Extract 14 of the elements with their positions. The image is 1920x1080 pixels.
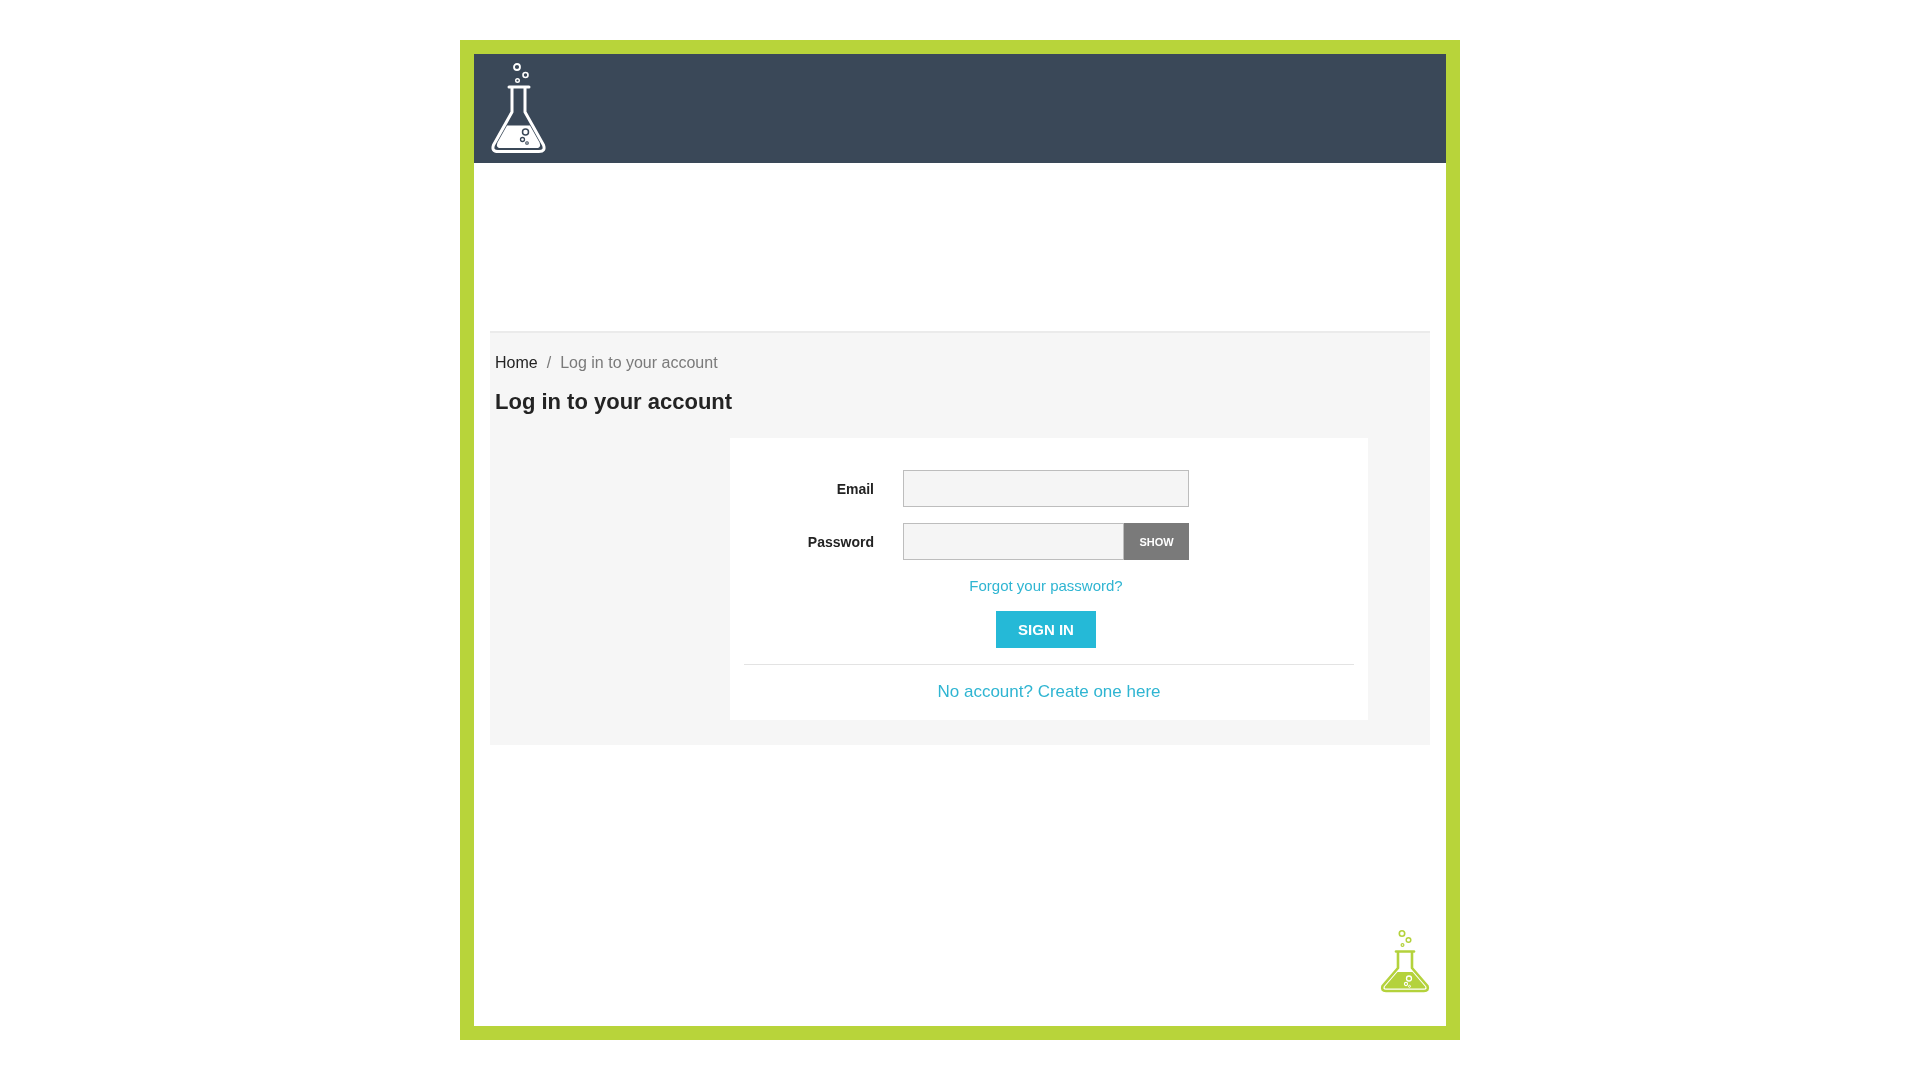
page-title: Log in to your account — [495, 388, 733, 416]
breadcrumb-link[interactable]: Home — [495, 351, 538, 375]
flask-icon — [1380, 929, 1430, 993]
show-password-button[interactable]: SHOW — [1124, 523, 1189, 560]
email-field[interactable] — [903, 470, 1189, 507]
flask-icon — [490, 62, 547, 153]
sign-in-button[interactable]: SIGN IN — [996, 611, 1096, 648]
breadcrumb-separator: / — [546, 353, 552, 373]
create-account-link[interactable]: No account? Create one here — [937, 680, 1161, 704]
password-field[interactable] — [903, 523, 1124, 560]
field-label: Password — [806, 533, 874, 550]
breadcrumb-current: Log in to your account — [560, 353, 718, 373]
field-label: Email — [835, 480, 874, 497]
forgot-password-link[interactable]: Forgot your password? — [969, 576, 1123, 596]
